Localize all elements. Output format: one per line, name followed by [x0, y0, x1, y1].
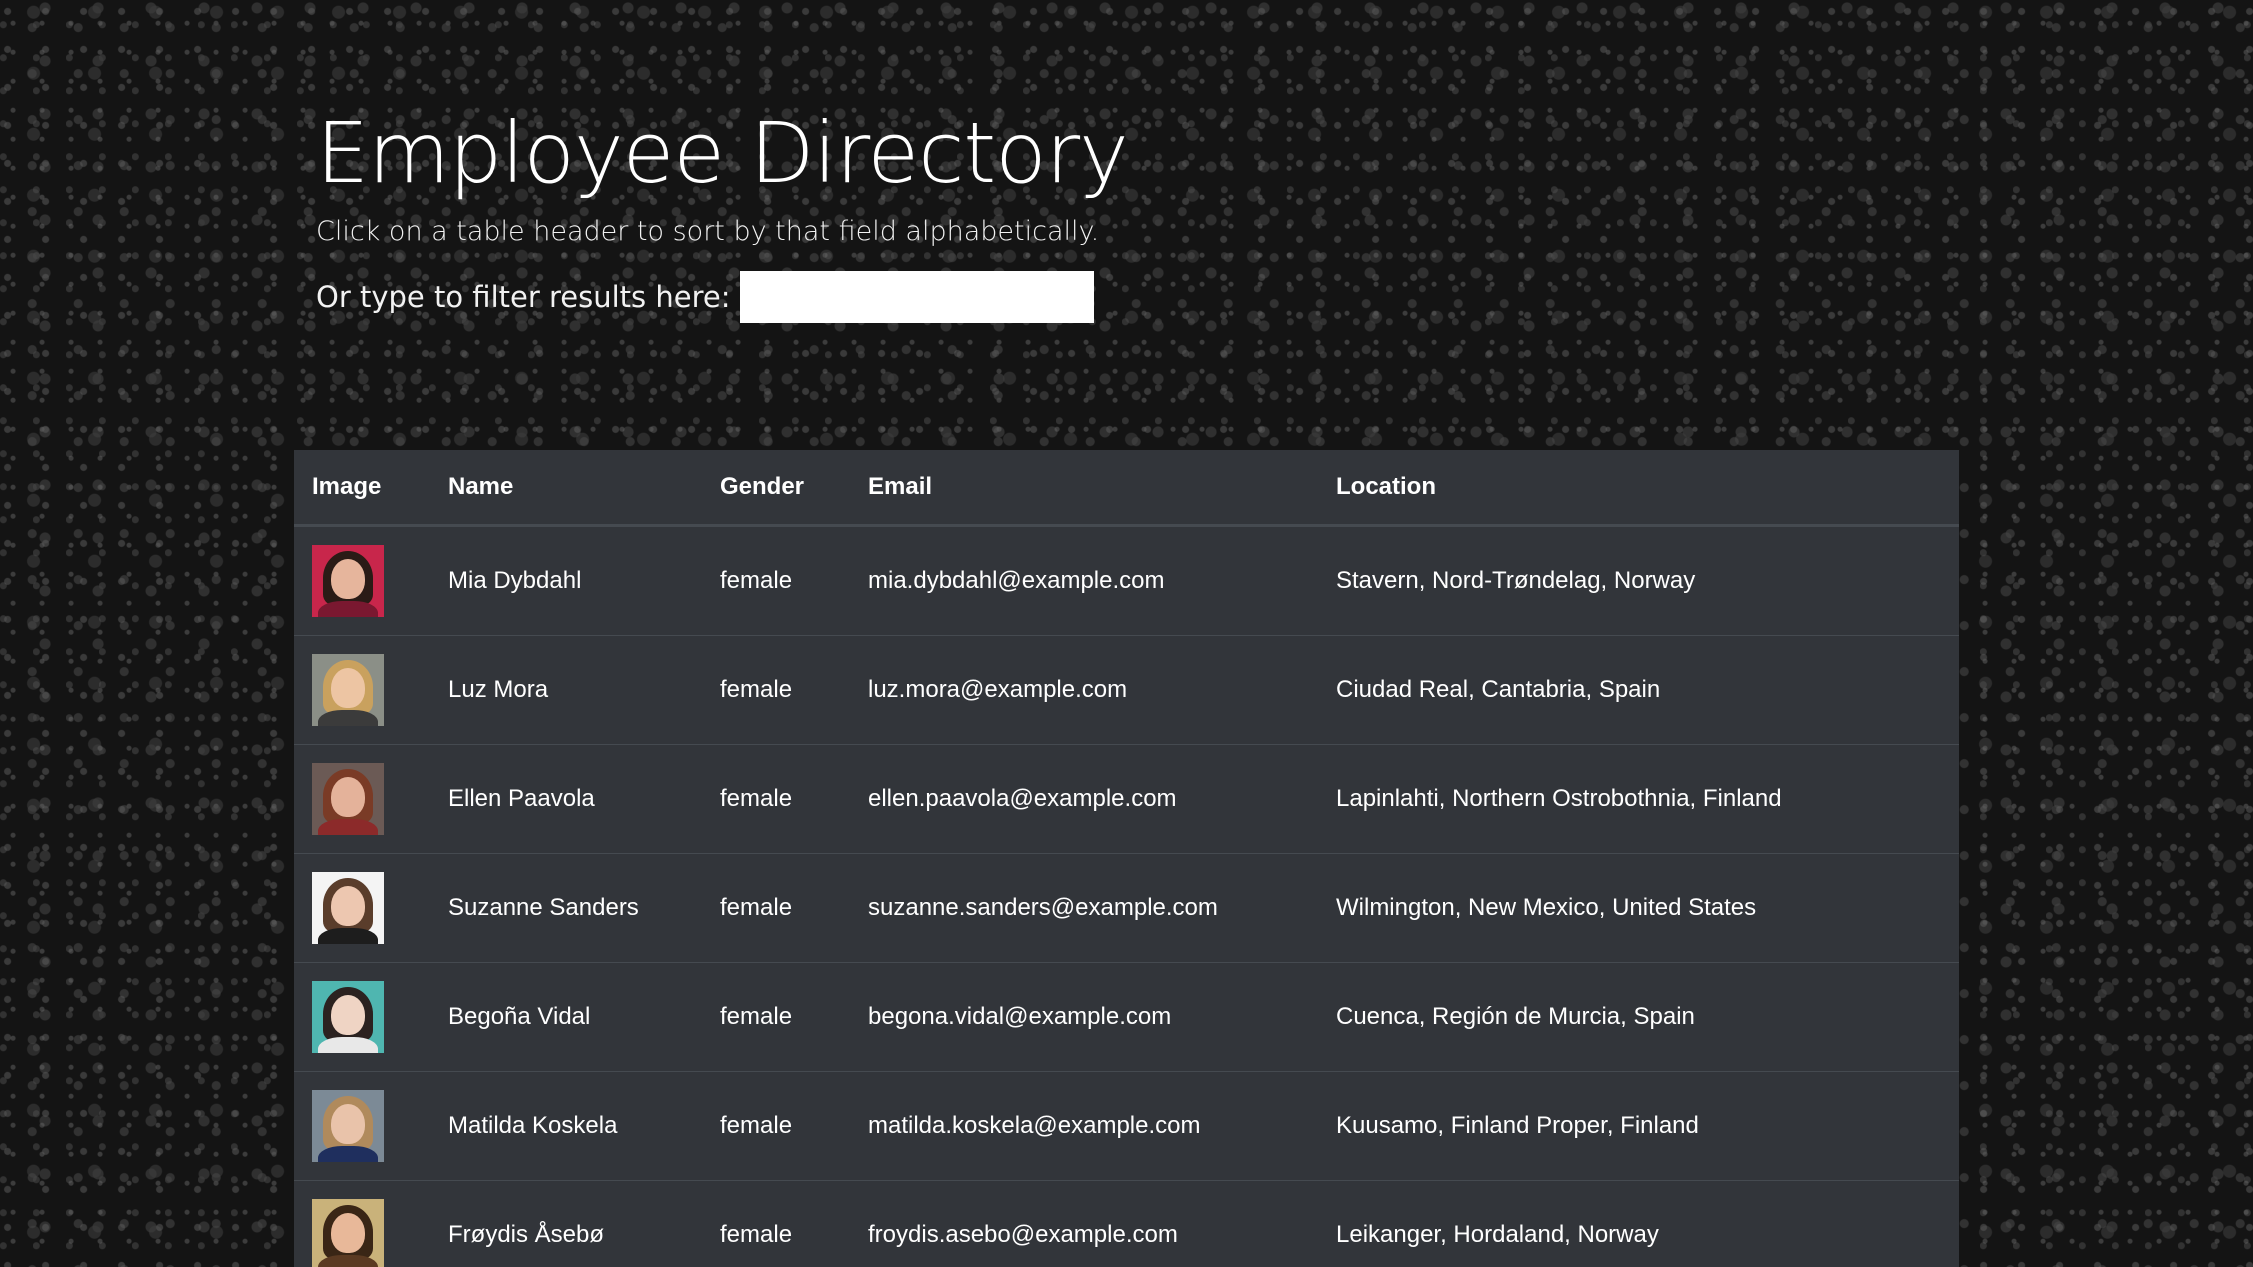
cell-image [294, 635, 430, 745]
table-row: Begoña Vidal female begona.vidal@example.c… [294, 962, 1959, 1072]
cell-name: Mia Dybdahl [430, 525, 702, 636]
avatar [312, 1199, 384, 1267]
table-row: Matilda Koskela female matilda.koskela@exa… [294, 1071, 1959, 1181]
cell-location: Stavern, Nord-Trøndelag, Norway [1318, 525, 1959, 636]
cell-location: Wilmington, New Mexico, United States [1318, 853, 1959, 963]
avatar-face [331, 995, 365, 1035]
cell-name: Suzanne Sanders [430, 853, 702, 963]
cell-email: luz.mora@example.com [850, 635, 1318, 745]
avatar-body [318, 1037, 378, 1053]
avatar [312, 654, 384, 726]
cell-name: Matilda Koskela [430, 1071, 702, 1181]
table-body: Mia Dybdahl female mia.dybdahl@example.com… [294, 525, 1959, 1267]
cell-gender: female [702, 853, 850, 963]
avatar-face [331, 1104, 365, 1144]
avatar [312, 763, 384, 835]
cell-image [294, 1180, 430, 1267]
cell-image [294, 744, 430, 854]
avatar-body [318, 1146, 378, 1162]
table-row: Ellen Paavola female ellen.paavola@example… [294, 744, 1959, 854]
cell-name: Begoña Vidal [430, 962, 702, 1072]
avatar-face [331, 886, 365, 926]
table-row: Luz Mora female luz.mora@example.com Ciudad… [294, 635, 1959, 745]
avatar [312, 981, 384, 1053]
cell-email: suzanne.sanders@example.com [850, 853, 1318, 963]
cell-image [294, 853, 430, 963]
avatar [312, 872, 384, 944]
table-row: Suzanne Sanders female suzanne.sanders@exa… [294, 853, 1959, 963]
cell-gender: female [702, 744, 850, 854]
filter-label: Or type to filter results here: [316, 280, 731, 314]
page-header: Employee Directory Click on a table head… [316, 98, 1716, 323]
table-header-row: Image Name Gender Email Location [294, 450, 1959, 527]
employee-table-container: Image Name Gender Email Location Mia Dyb… [294, 450, 1959, 1267]
table-row: Mia Dybdahl female mia.dybdahl@example.com… [294, 525, 1959, 636]
filter-row: Or type to filter results here: [316, 271, 1716, 323]
cell-gender: female [702, 962, 850, 1072]
avatar [312, 545, 384, 617]
column-header-image[interactable]: Image [294, 450, 430, 527]
cell-image [294, 1071, 430, 1181]
avatar [312, 1090, 384, 1162]
cell-location: Lapinlahti, Northern Ostrobothnia, Finla… [1318, 744, 1959, 854]
avatar-body [318, 710, 378, 726]
avatar-body [318, 601, 378, 617]
avatar-body [318, 819, 378, 835]
cell-name: Frøydis Åsebø [430, 1180, 702, 1267]
table-row: Frøydis Åsebø female froydis.asebo@example… [294, 1180, 1959, 1267]
filter-input[interactable] [740, 271, 1095, 323]
cell-email: mia.dybdahl@example.com [850, 525, 1318, 636]
cell-location: Cuenca, Región de Murcia, Spain [1318, 962, 1959, 1072]
avatar-face [331, 777, 365, 817]
avatar-face [331, 1213, 365, 1253]
cell-email: begona.vidal@example.com [850, 962, 1318, 1072]
avatar-face [331, 559, 365, 599]
cell-image [294, 962, 430, 1072]
avatar-face [331, 668, 365, 708]
column-header-location[interactable]: Location [1318, 450, 1959, 527]
cell-location: Leikanger, Hordaland, Norway [1318, 1180, 1959, 1267]
cell-gender: female [702, 635, 850, 745]
page-subtitle: Click on a table header to sort by that … [316, 216, 1100, 247]
column-header-name[interactable]: Name [430, 450, 702, 527]
cell-email: matilda.koskela@example.com [850, 1071, 1318, 1181]
column-header-email[interactable]: Email [850, 450, 1318, 527]
cell-location: Ciudad Real, Cantabria, Spain [1318, 635, 1959, 745]
cell-email: ellen.paavola@example.com [850, 744, 1318, 854]
cell-gender: female [702, 1180, 850, 1267]
avatar-body [318, 1255, 378, 1267]
cell-location: Kuusamo, Finland Proper, Finland [1318, 1071, 1959, 1181]
avatar-body [318, 928, 378, 944]
cell-email: froydis.asebo@example.com [850, 1180, 1318, 1267]
cell-image [294, 525, 430, 636]
cell-name: Ellen Paavola [430, 744, 702, 854]
cell-gender: female [702, 525, 850, 636]
page-title: Employee Directory [316, 104, 1129, 202]
employee-table: Image Name Gender Email Location Mia Dyb… [294, 450, 1959, 1267]
cell-gender: female [702, 1071, 850, 1181]
column-header-gender[interactable]: Gender [702, 450, 850, 527]
cell-name: Luz Mora [430, 635, 702, 745]
